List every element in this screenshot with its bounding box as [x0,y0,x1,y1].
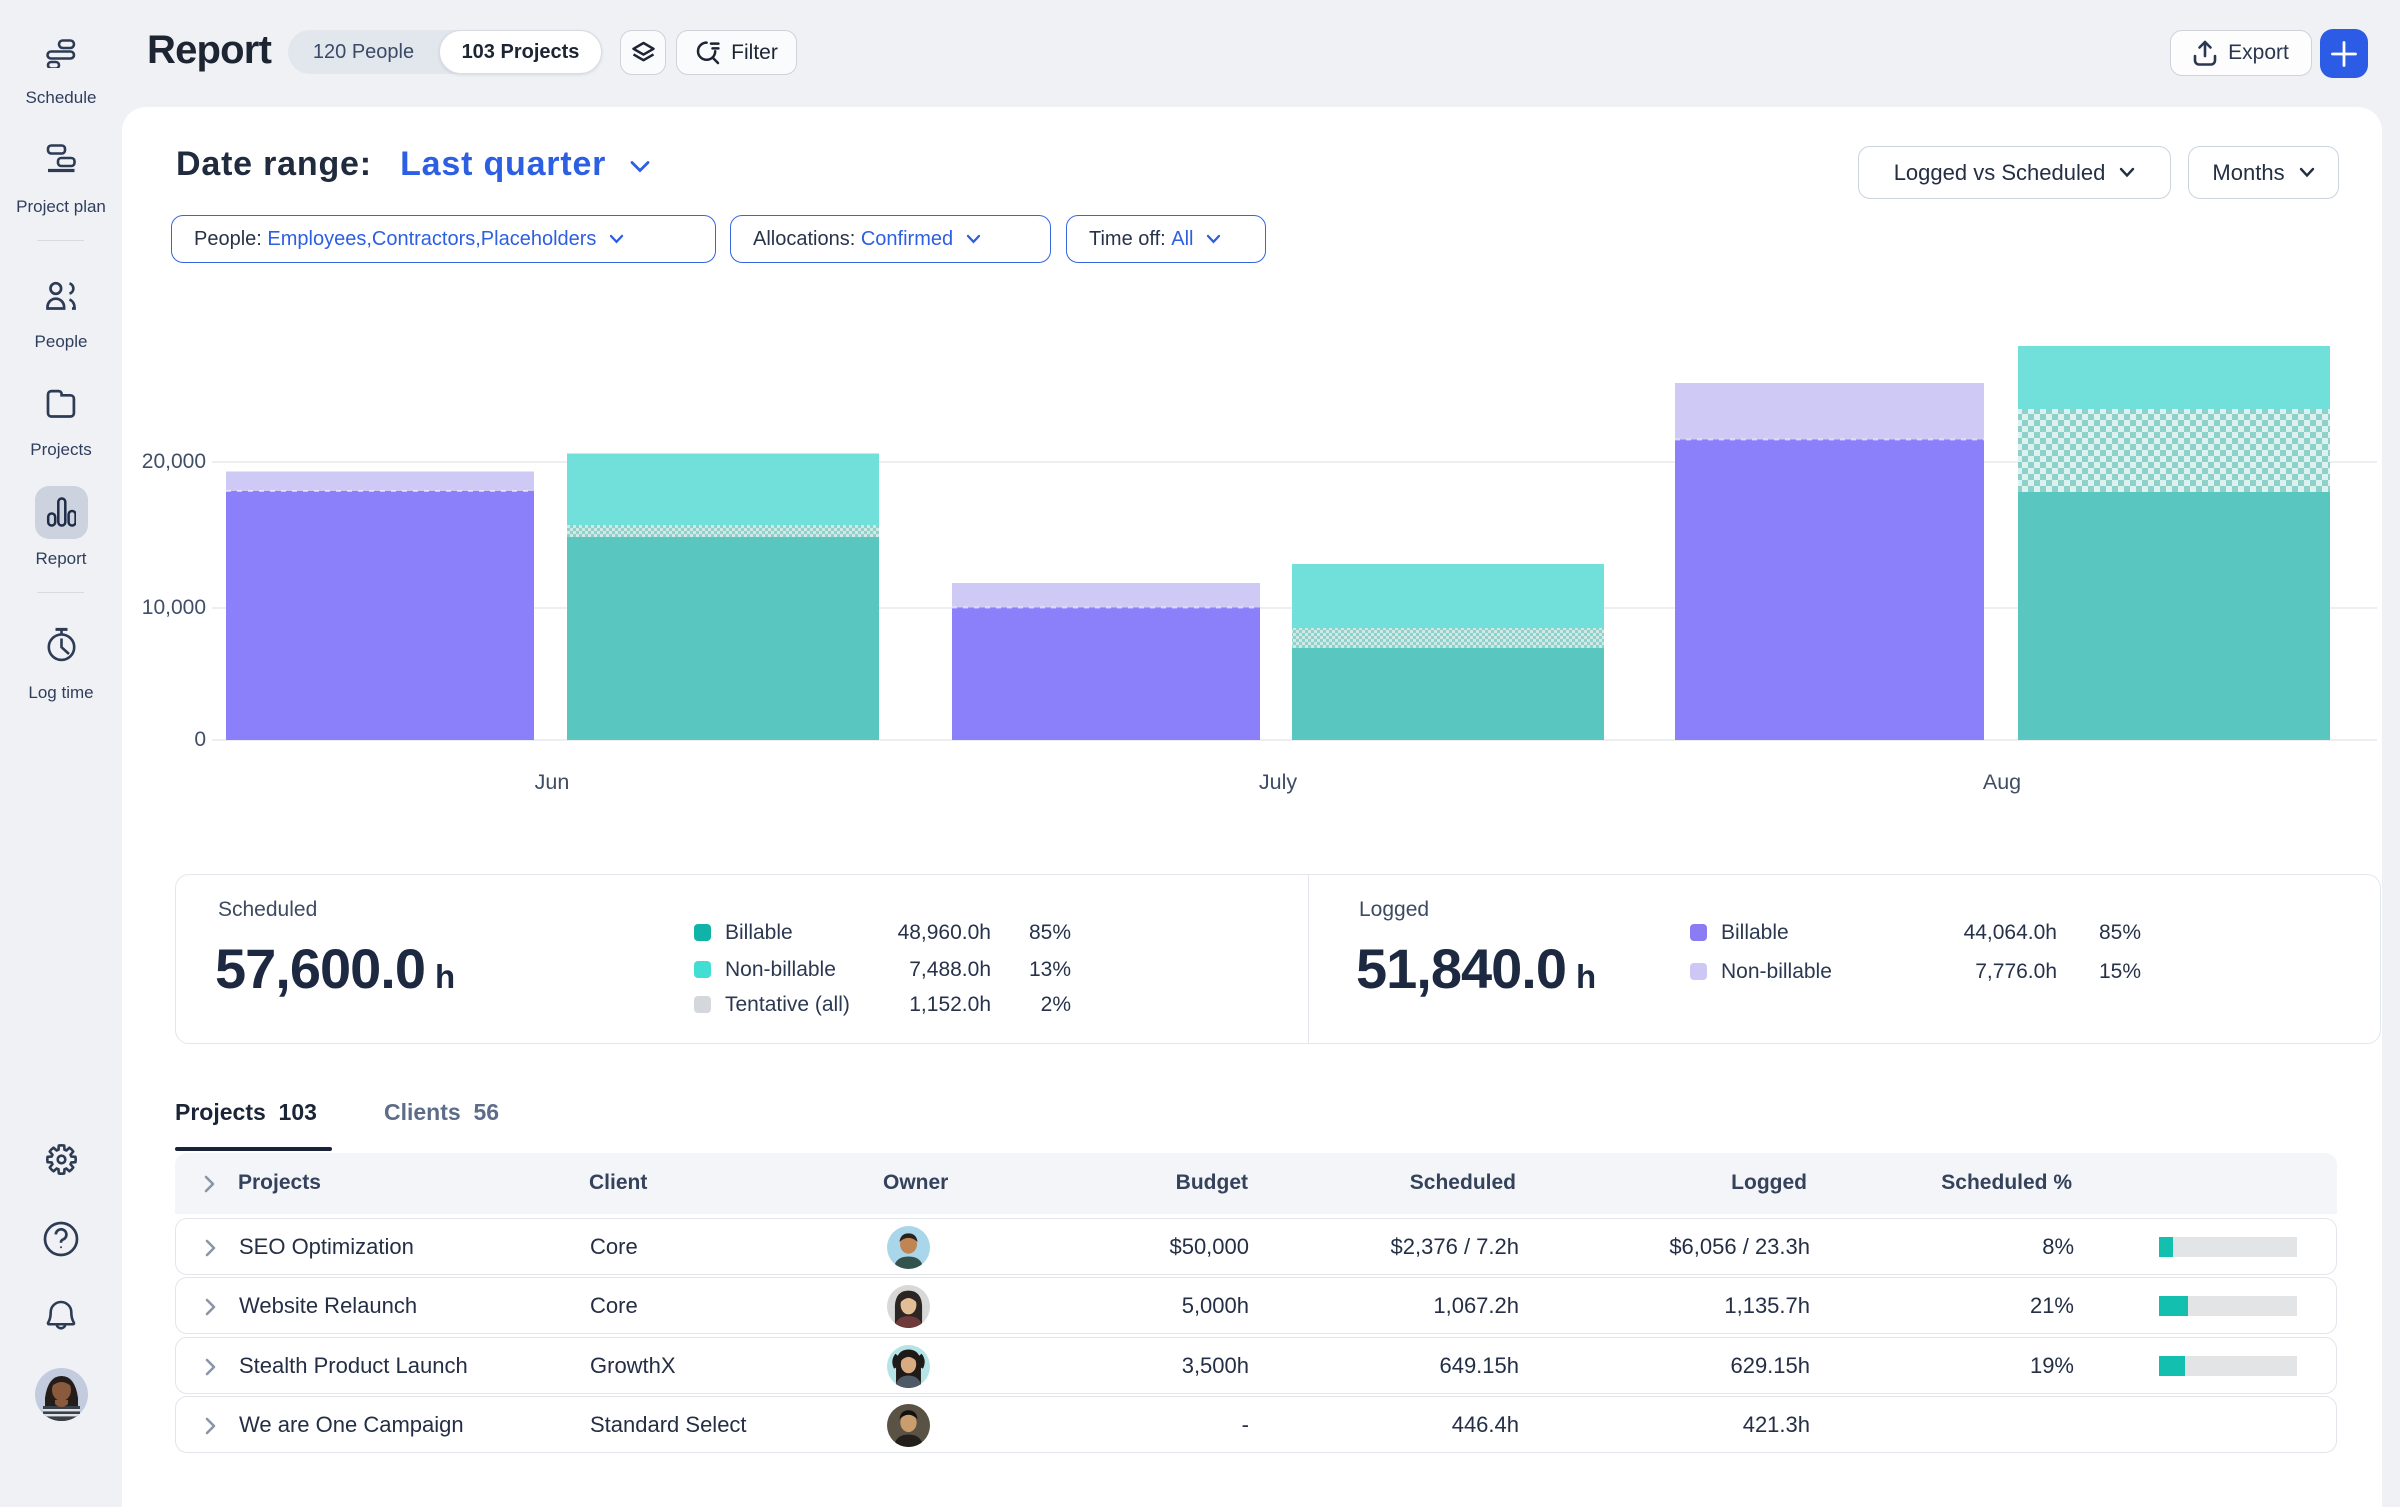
svg-text:10,000: 10,000 [142,596,206,619]
svg-text:Aug: Aug [1983,770,2021,794]
svg-text:July: July [1259,770,1297,794]
svg-text:20,000: 20,000 [142,450,206,473]
svg-text:0: 0 [194,728,206,751]
svg-text:Jun: Jun [535,770,570,794]
